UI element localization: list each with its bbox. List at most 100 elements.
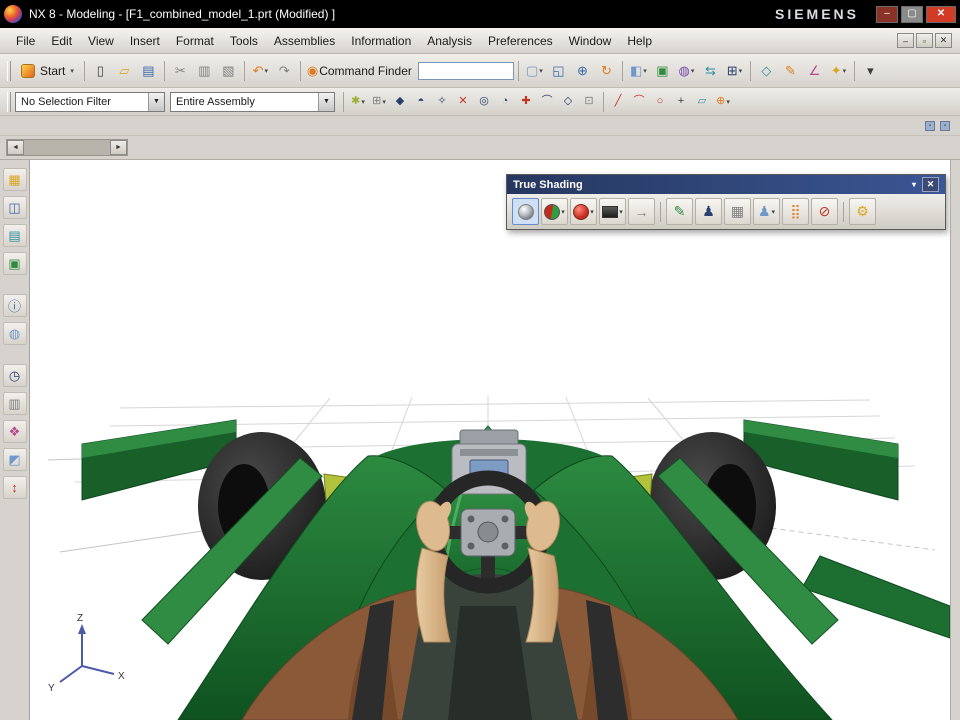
menu-preferences[interactable]: Preferences: [480, 31, 561, 51]
line-button[interactable]: ╱: [608, 92, 628, 112]
menu-edit[interactable]: Edit: [43, 31, 80, 51]
color-palette-button[interactable]: ⣿: [782, 198, 809, 225]
command-finder-input[interactable]: [417, 61, 514, 80]
roles-button[interactable]: ❖: [2, 420, 27, 443]
menu-assemblies[interactable]: Assemblies: [266, 31, 343, 51]
arc-button[interactable]: ⌒: [629, 92, 649, 112]
stage-button[interactable]: →: [628, 198, 655, 225]
zoom-button[interactable]: ⊕: [571, 59, 594, 82]
redo-button[interactable]: ↷: [273, 59, 296, 82]
close-button[interactable]: ✕: [926, 5, 956, 23]
command-finder-button[interactable]: ◉ Command Finder: [305, 59, 414, 82]
assign-material-button[interactable]: ✦ ▾: [827, 59, 850, 82]
panel-menu-caret-icon[interactable]: ▾: [912, 180, 916, 189]
menu-analysis[interactable]: Analysis: [419, 31, 480, 51]
menu-insert[interactable]: Insert: [122, 31, 168, 51]
dock-indicator-icon[interactable]: ▪: [940, 120, 950, 131]
grid-point-button[interactable]: ⊞ ▾: [369, 92, 389, 112]
start-button[interactable]: Start ▾: [15, 59, 80, 83]
true-shading-preferences-button[interactable]: ⚙: [849, 198, 876, 225]
history-button[interactable]: ◷: [2, 364, 27, 387]
tab-scrollbar[interactable]: ◄ ►: [6, 139, 128, 156]
plane-button[interactable]: ▱: [692, 92, 712, 112]
selection-scope-combo[interactable]: Entire Assembly ▼: [170, 91, 335, 112]
minimize-button[interactable]: –: [876, 5, 898, 23]
system-materials-button[interactable]: ◩: [2, 448, 27, 471]
show-and-hide-button[interactable]: ◍ ▾: [675, 59, 698, 82]
part-navigator-button[interactable]: ▤: [2, 224, 27, 247]
toolbar-grip[interactable]: [7, 60, 11, 81]
close-document-button[interactable]: ✕: [935, 33, 952, 48]
combo-arrow-icon[interactable]: ▼: [148, 92, 164, 111]
disable-true-shading-button[interactable]: ⊘: [811, 198, 838, 225]
menu-format[interactable]: Format: [168, 31, 222, 51]
toolbar-options-button[interactable]: ▾: [859, 59, 882, 82]
sketch-button[interactable]: ✎: [779, 59, 802, 82]
viewport-canvas[interactable]: Z X Y: [30, 160, 950, 720]
point-on-curve-button[interactable]: ⌒: [537, 92, 557, 112]
constraint-navigator-button[interactable]: ◫: [2, 196, 27, 219]
move-component-button[interactable]: ⇆: [699, 59, 722, 82]
panel-close-button[interactable]: ✕: [922, 177, 939, 192]
open-file-button[interactable]: ▱: [113, 59, 136, 82]
copy-button[interactable]: ▥: [193, 59, 216, 82]
manufacturing-wizards-button[interactable]: ↕: [2, 476, 27, 499]
assembly-constraints-button[interactable]: ⊞ ▾: [723, 59, 746, 82]
true-shading-toggle-button[interactable]: [512, 198, 539, 225]
enable-snap-point-button[interactable]: ✱ ▾: [348, 92, 368, 112]
menu-information[interactable]: Information: [343, 31, 419, 51]
point-constructor-button[interactable]: +: [671, 92, 691, 112]
scroll-left-button[interactable]: ◄: [7, 140, 24, 155]
global-material-button[interactable]: ▾: [541, 198, 568, 225]
undo-button[interactable]: ↶ ▾: [249, 59, 272, 82]
web-browser-button[interactable]: ◍: [2, 322, 27, 345]
toolbar-grip[interactable]: [7, 91, 11, 112]
screen-split-button[interactable]: ▢ ▾: [523, 59, 546, 82]
fit-view-button[interactable]: ◱: [547, 59, 570, 82]
control-point-button[interactable]: ✧: [432, 92, 452, 112]
save-button[interactable]: ▤: [137, 59, 160, 82]
minimize-document-button[interactable]: –: [897, 33, 914, 48]
quadrant-point-button[interactable]: ◔: [495, 92, 515, 112]
rendering-style-button[interactable]: ◧ ▾: [627, 59, 650, 82]
process-studio-button[interactable]: ▥: [2, 392, 27, 415]
combo-arrow-icon[interactable]: ▼: [318, 92, 334, 111]
bounded-grid-point-button[interactable]: ⊡: [579, 92, 599, 112]
point-on-surface-button[interactable]: ◇: [558, 92, 578, 112]
graphics-window[interactable]: Z X Y True Shading ▾ ✕ ▾ ▾ ▾ → ✎ ♟ ▦ ♟ ▾…: [30, 160, 950, 720]
edit-object-display-button[interactable]: ✎: [666, 198, 693, 225]
maximize-button[interactable]: ▢: [901, 5, 923, 23]
menu-help[interactable]: Help: [619, 31, 660, 51]
hd3d-tools-button[interactable]: ⓘ: [2, 294, 27, 317]
background-button[interactable]: ▾: [599, 198, 626, 225]
tab-scrollbar-track[interactable]: [24, 140, 110, 155]
true-shading-titlebar[interactable]: True Shading ▾ ✕: [507, 175, 945, 194]
csys-button[interactable]: ⊕ ▾: [713, 92, 733, 112]
circle-button[interactable]: ○: [650, 92, 670, 112]
menu-window[interactable]: Window: [561, 31, 620, 51]
selection-filter-combo[interactable]: No Selection Filter ▼: [15, 91, 165, 112]
menu-tools[interactable]: Tools: [222, 31, 266, 51]
reuse-library-button[interactable]: ▣: [2, 252, 27, 275]
scroll-right-button[interactable]: ►: [110, 140, 127, 155]
restore-document-button[interactable]: ▫: [916, 33, 933, 48]
intersection-point-button[interactable]: ✕: [453, 92, 473, 112]
paste-button[interactable]: ▧: [217, 59, 240, 82]
new-file-button[interactable]: ▯: [89, 59, 112, 82]
cut-button[interactable]: ✂: [169, 59, 192, 82]
mid-point-button[interactable]: ◓: [411, 92, 431, 112]
arc-center-button[interactable]: ◎: [474, 92, 494, 112]
assembly-display-button[interactable]: ▣: [651, 59, 674, 82]
assembly-navigator-button[interactable]: ▦: [2, 168, 27, 191]
existing-point-button[interactable]: ✚: [516, 92, 536, 112]
datum-plane-button[interactable]: ◇: [755, 59, 778, 82]
ground-plane-button[interactable]: ▦: [724, 198, 751, 225]
menu-view[interactable]: View: [80, 31, 122, 51]
menu-file[interactable]: File: [8, 31, 43, 51]
dock-indicator-icon[interactable]: ▪: [925, 120, 935, 131]
human-style-button[interactable]: ♟ ▾: [753, 198, 780, 225]
material-ball-button[interactable]: ▾: [570, 198, 597, 225]
end-point-button[interactable]: ◆: [390, 92, 410, 112]
rotate-view-button[interactable]: ↻: [595, 59, 618, 82]
measure-button[interactable]: ∠: [803, 59, 826, 82]
